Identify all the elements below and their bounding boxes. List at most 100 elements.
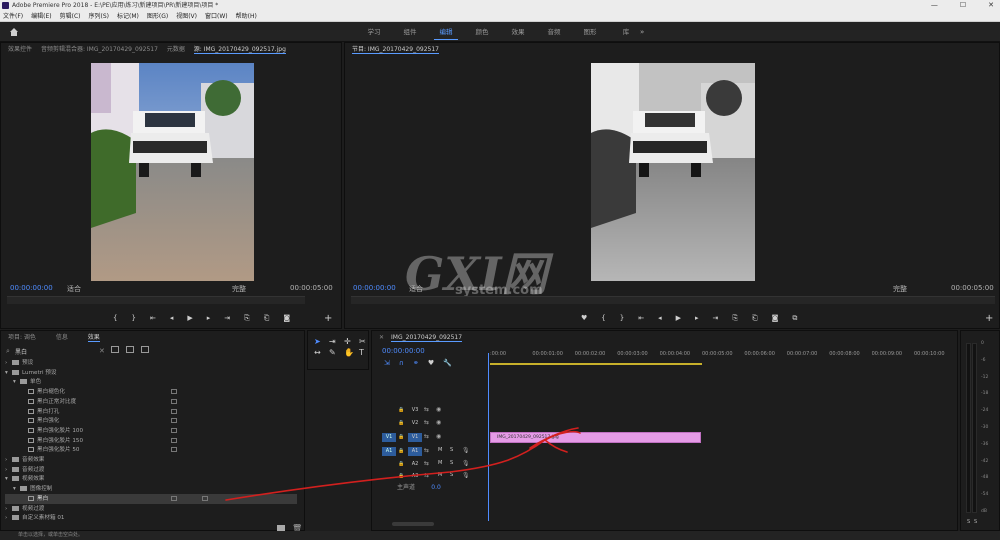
- track-target[interactable]: A1: [408, 447, 422, 456]
- audio-track-header[interactable]: A1 🔒 A1 ⇆ M S 🎙: [372, 446, 487, 457]
- solo-right-button[interactable]: S: [974, 519, 977, 525]
- menu-graphics[interactable]: 图形(G): [147, 11, 168, 21]
- sync-lock-icon[interactable]: ⇆: [424, 472, 429, 479]
- menu-marker[interactable]: 标记(M): [117, 11, 139, 21]
- workspace-tab-graphics[interactable]: 图形: [572, 22, 608, 42]
- source-fit-dropdown[interactable]: 适合: [67, 284, 81, 294]
- menu-file[interactable]: 文件(F): [3, 11, 23, 21]
- effects-folder[interactable]: ▾ 单色: [5, 377, 297, 387]
- video-track-header[interactable]: 🔒 V3 ⇆ ◉: [372, 405, 487, 416]
- menu-edit[interactable]: 编辑(E): [31, 11, 51, 21]
- workspace-overflow-button[interactable]: »: [640, 22, 644, 42]
- 32bit-effects-icon[interactable]: [126, 346, 134, 353]
- mute-button[interactable]: M: [438, 460, 442, 466]
- play-icon[interactable]: ▶: [676, 314, 681, 323]
- track-target[interactable]: V2: [408, 419, 422, 428]
- workspace-tab-learn[interactable]: 学习: [356, 22, 392, 42]
- solo-button[interactable]: S: [450, 460, 453, 466]
- yuv-effects-icon[interactable]: [141, 346, 149, 353]
- effects-folder[interactable]: › 预设: [5, 358, 297, 368]
- audio-track-header[interactable]: 🔒 A2 ⇆ M S 🎙: [372, 459, 487, 470]
- lock-icon[interactable]: 🔒: [398, 420, 404, 426]
- mute-button[interactable]: M: [438, 472, 442, 478]
- audio-track-header[interactable]: 🔒 A3 ⇆ M S 🎙: [372, 471, 487, 482]
- mark-out-icon[interactable]: }: [131, 314, 135, 323]
- microphone-icon[interactable]: 🎙: [462, 460, 470, 467]
- effects-folder[interactable]: › 音频效果: [5, 455, 297, 465]
- effect-item[interactable]: 黑白打孔: [5, 407, 297, 417]
- home-icon[interactable]: [9, 27, 19, 37]
- effects-folder[interactable]: › 自定义素材箱 01: [5, 513, 297, 523]
- sync-lock-icon[interactable]: ⇆: [424, 460, 429, 467]
- workspace-tab-color[interactable]: 颜色: [464, 22, 500, 42]
- mute-button[interactable]: M: [438, 447, 442, 453]
- go-to-out-icon[interactable]: ⇥: [713, 314, 719, 323]
- effects-search-input[interactable]: [15, 346, 105, 356]
- track-target[interactable]: V1: [408, 433, 422, 442]
- track-select-tool-icon[interactable]: ⇥: [329, 337, 342, 346]
- tab-project[interactable]: 项目: 调色: [8, 334, 36, 341]
- effects-folder[interactable]: ▾ Lumetri 预设: [5, 368, 297, 378]
- step-forward-icon[interactable]: ▸: [695, 314, 699, 323]
- snap-icon[interactable]: ∩: [399, 359, 404, 367]
- effects-folder[interactable]: › 视频过渡: [5, 504, 297, 514]
- lock-icon[interactable]: 🔒: [398, 461, 404, 467]
- add-marker-icon[interactable]: ♥: [581, 314, 587, 323]
- mark-in-icon[interactable]: {: [601, 314, 605, 323]
- solo-button[interactable]: S: [450, 447, 453, 453]
- play-icon[interactable]: ▶: [187, 314, 192, 323]
- effect-item[interactable]: 黑白: [5, 493, 297, 504]
- slip-tool-icon[interactable]: ↔: [314, 348, 327, 357]
- tab-program[interactable]: 节目: IMG_20170429_092517: [352, 46, 439, 54]
- workspace-tab-assembly[interactable]: 组件: [392, 22, 428, 42]
- disclosure-icon[interactable]: ▾: [13, 484, 20, 494]
- program-scrubber[interactable]: [351, 296, 995, 304]
- lock-icon[interactable]: 🔒: [398, 473, 404, 479]
- sync-lock-icon[interactable]: ⇆: [424, 406, 429, 413]
- step-back-icon[interactable]: ◂: [658, 314, 662, 323]
- effect-item[interactable]: 黑白强化胶片 100: [5, 426, 297, 436]
- source-patch[interactable]: V1: [382, 433, 396, 442]
- effect-item[interactable]: 黑白强化胶片 50: [5, 445, 297, 455]
- step-forward-icon[interactable]: ▸: [207, 314, 211, 323]
- camera-icon[interactable]: ◙: [283, 314, 290, 323]
- disclosure-icon[interactable]: ›: [5, 455, 12, 465]
- tab-effects[interactable]: 效果: [87, 334, 100, 342]
- disclosure-icon[interactable]: ›: [5, 513, 12, 523]
- lock-icon[interactable]: 🔒: [398, 434, 404, 440]
- tab-metadata[interactable]: 元数据: [167, 46, 185, 53]
- effect-item[interactable]: 黑白正常对比度: [5, 397, 297, 407]
- compare-icon[interactable]: ⧉: [792, 314, 797, 323]
- disclosure-icon[interactable]: ▾: [13, 377, 20, 387]
- lift-icon[interactable]: ⎘: [732, 314, 738, 323]
- menu-help[interactable]: 帮助(H): [236, 11, 257, 21]
- insert-icon[interactable]: ⎘: [244, 314, 250, 323]
- track-target[interactable]: A3: [408, 472, 422, 481]
- overwrite-icon[interactable]: ⎗: [264, 314, 270, 323]
- menu-view[interactable]: 视图(V): [176, 11, 197, 21]
- effect-item[interactable]: 黑白强化胶片 150: [5, 436, 297, 446]
- program-fit-dropdown[interactable]: 适合: [409, 284, 423, 294]
- eye-icon[interactable]: ◉: [436, 406, 441, 413]
- add-button-icon[interactable]: +: [324, 313, 332, 324]
- disclosure-icon[interactable]: ▾: [5, 368, 12, 378]
- solo-button[interactable]: S: [450, 472, 453, 478]
- ripple-edit-tool-icon[interactable]: ✛: [344, 337, 357, 346]
- workspace-tab-effects[interactable]: 效果: [500, 22, 536, 42]
- sync-lock-icon[interactable]: ⇆: [424, 419, 429, 426]
- effect-item[interactable]: 黑白强化: [5, 416, 297, 426]
- timeline-zoom-scroll[interactable]: [392, 522, 434, 526]
- wrench-icon[interactable]: 🔧: [443, 359, 452, 367]
- mark-in-icon[interactable]: {: [113, 314, 117, 323]
- source-quality-dropdown[interactable]: 完整: [232, 284, 246, 294]
- video-track-header[interactable]: 🔒 V2 ⇆ ◉: [372, 418, 487, 429]
- nest-icon[interactable]: ⇲: [384, 359, 390, 367]
- go-to-in-icon[interactable]: ⇤: [638, 314, 644, 323]
- menu-window[interactable]: 窗口(W): [205, 11, 228, 21]
- microphone-icon[interactable]: 🎙: [462, 447, 470, 454]
- microphone-icon[interactable]: 🎙: [462, 472, 470, 479]
- work-area-bar[interactable]: [490, 363, 702, 365]
- eye-icon[interactable]: ◉: [436, 419, 441, 426]
- tab-effect-controls[interactable]: 效果控件: [8, 46, 32, 53]
- workspace-tab-libraries[interactable]: 库: [608, 22, 644, 42]
